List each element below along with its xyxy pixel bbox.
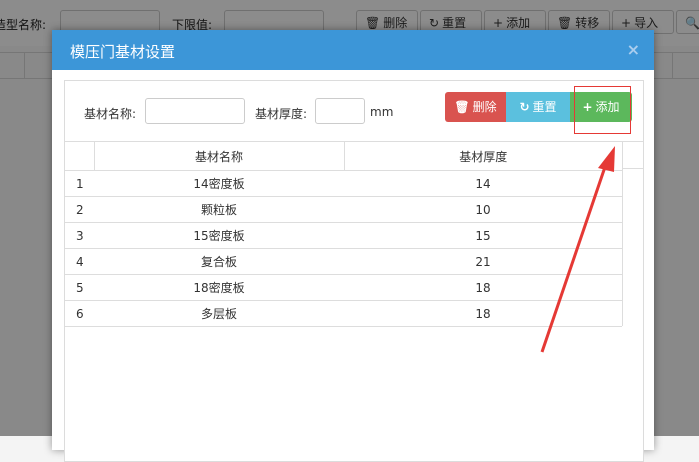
reset-button-label: 重置 (532, 100, 557, 114)
refresh-icon: ↻ (519, 100, 530, 114)
column-header-name[interactable]: 基材名称 (94, 141, 345, 171)
table-right-border (622, 141, 623, 326)
row-thickness: 14 (344, 170, 622, 197)
row-thickness: 15 (344, 222, 622, 249)
delete-button[interactable]: 🗑 删除 (445, 92, 506, 122)
table-header-scroll-gutter (622, 141, 643, 169)
substrate-name-input[interactable] (145, 98, 245, 124)
dialog-header: 模压门基材设置 × (52, 30, 654, 70)
substrate-settings-dialog: 模压门基材设置 × 基材名称: 基材厚度: mm 🗑 删除 ↻ 重置 + 添加 基材名… (52, 30, 654, 462)
annotation-highlight-box (574, 86, 631, 134)
table-row[interactable]: 3 15密度板 15 (65, 222, 622, 249)
dialog-panel: 基材名称: 基材厚度: mm 🗑删除 ↻重置 +添加 基材名称 基材厚度 (64, 80, 644, 462)
thickness-unit: mm (370, 105, 394, 119)
row-name: 复合板 (94, 248, 344, 275)
table-row[interactable]: 4 复合板 21 (65, 248, 622, 275)
row-name: 14密度板 (94, 170, 344, 197)
dialog-title: 模压门基材设置 (70, 43, 176, 61)
substrate-thickness-label: 基材厚度: (255, 107, 308, 121)
reset-button[interactable]: ↻ 重置 (506, 92, 570, 122)
row-thickness: 10 (344, 196, 622, 223)
row-name: 颗粒板 (94, 196, 344, 223)
table-row[interactable]: 5 18密度板 18 (65, 274, 622, 301)
row-name: 18密度板 (94, 274, 344, 301)
row-index: 6 (65, 300, 94, 327)
row-index: 3 (65, 222, 94, 249)
row-thickness: 18 (344, 300, 622, 327)
close-icon[interactable]: × (627, 40, 640, 59)
row-thickness: 18 (344, 274, 622, 301)
table-row[interactable]: 6 多层板 18 (65, 300, 622, 327)
row-index: 5 (65, 274, 94, 301)
delete-button-label: 删除 (472, 100, 497, 114)
row-thickness: 21 (344, 248, 622, 275)
column-header-thickness[interactable]: 基材厚度 (344, 141, 622, 171)
substrate-name-label: 基材名称: (84, 107, 137, 121)
row-name: 15密度板 (94, 222, 344, 249)
table-row[interactable]: 1 14密度板 14 (65, 170, 622, 197)
substrate-table: 基材名称 基材厚度 1 14密度板 14 2 颗粒板 10 3 15密度板 15… (65, 141, 622, 327)
row-index: 2 (65, 196, 94, 223)
row-index: 1 (65, 170, 94, 197)
row-index: 4 (65, 248, 94, 275)
substrate-thickness-input[interactable] (315, 98, 365, 124)
trash-icon: 🗑 (454, 100, 470, 114)
table-header-row: 基材名称 基材厚度 (65, 141, 622, 171)
column-header-index (65, 141, 95, 171)
row-name: 多层板 (94, 300, 344, 327)
table-row[interactable]: 2 颗粒板 10 (65, 196, 622, 223)
